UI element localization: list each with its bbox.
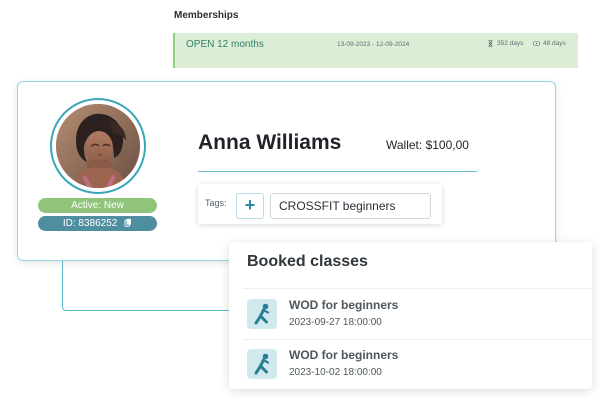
- class-icon-box: [247, 299, 277, 329]
- membership-dates: 13-09-2023 - 12-09-2024: [337, 41, 410, 48]
- class-time: 2023-10-02 18:00:00: [289, 367, 382, 378]
- avatar-ring: [50, 98, 146, 194]
- id-badge[interactable]: ID: 8386252: [38, 216, 157, 231]
- membership-name: OPEN 12 months: [186, 39, 264, 50]
- id-label: ID: 8386252: [62, 218, 118, 229]
- membership-remaining-label: 48 days: [543, 40, 566, 47]
- memberships-title: Memberships: [174, 10, 239, 21]
- membership-row[interactable]: OPEN 12 months 13-09-2023 - 12-09-2024 3…: [173, 33, 578, 68]
- avatar: [56, 104, 140, 188]
- class-name: WOD for beginners: [289, 348, 399, 362]
- user-avatar-photo-icon: [56, 104, 140, 188]
- status-badge: Active: New: [38, 198, 157, 213]
- class-name: WOD for beginners: [289, 298, 399, 312]
- add-tag-button[interactable]: +: [236, 193, 264, 219]
- booked-divider-mid: [243, 339, 592, 340]
- tags-label: Tags:: [205, 198, 227, 208]
- ticket-icon: [533, 41, 540, 46]
- profile-card: Active: New ID: 8386252 Anna Williams Wa…: [17, 81, 556, 261]
- class-icon-box: [247, 349, 277, 379]
- wallet-balance: Wallet: $100,00: [386, 138, 469, 152]
- tag-input[interactable]: CROSSFIT beginners: [270, 193, 431, 219]
- membership-days-stat: 352 days: [487, 40, 523, 47]
- hourglass-icon: [488, 40, 493, 47]
- booked-divider-top: [243, 288, 592, 289]
- class-time: 2023-09-27 18:00:00: [289, 317, 382, 328]
- connector-line: [62, 258, 238, 311]
- exercise-stretch-icon: [254, 353, 270, 375]
- class-row[interactable]: WOD for beginners 2023-10-02 18:00:00: [247, 346, 577, 388]
- membership-remaining-stat: 48 days: [533, 40, 566, 47]
- class-row[interactable]: WOD for beginners 2023-09-27 18:00:00: [247, 296, 577, 338]
- tags-panel: Tags: + CROSSFIT beginners: [198, 184, 442, 224]
- name-divider: [198, 171, 477, 172]
- exercise-stretch-icon: [254, 303, 270, 325]
- membership-days-label: 352 days: [497, 40, 524, 47]
- copy-icon[interactable]: [124, 218, 132, 227]
- booked-classes-card: Booked classes WOD for beginners 2023-09…: [229, 242, 592, 389]
- booked-classes-title: Booked classes: [247, 253, 368, 270]
- profile-name: Anna Williams: [198, 131, 342, 154]
